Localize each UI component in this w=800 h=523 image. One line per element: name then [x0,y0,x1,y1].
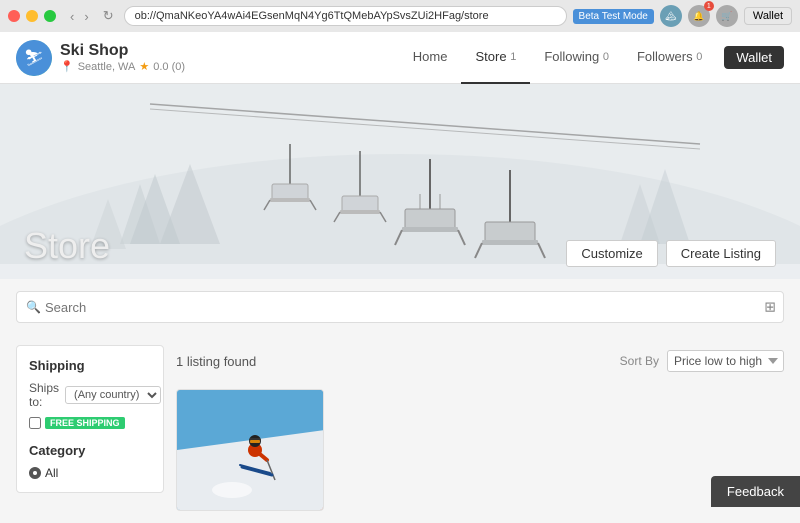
wallet-nav-button[interactable]: Wallet [724,46,784,69]
store-title: Store [24,225,110,267]
create-listing-button[interactable]: Create Listing [666,240,776,267]
listing-area: 1 listing found Sort By Price low to hig… [176,345,784,511]
navbar: ⛷ Ski Shop 📍 Seattle, WA ★ 0.0 (0) Home … [0,32,800,84]
hero-actions: Customize Create Listing [566,240,776,267]
sidebar: Shipping Ships to: (Any country) FREE SH… [16,345,164,511]
close-button[interactable] [8,10,20,22]
maximize-button[interactable] [44,10,56,22]
listing-header: 1 listing found Sort By Price low to hig… [176,345,784,377]
refresh-button[interactable]: ↻ [99,6,118,26]
sort-select[interactable]: Price low to high [667,350,784,372]
url-bar[interactable] [124,6,567,26]
minimize-button[interactable] [26,10,38,22]
user-icon[interactable]: 🏔 [660,5,682,27]
sidebar-box: Shipping Ships to: (Any country) FREE SH… [16,345,164,493]
nav-store-count: 1 [510,51,516,63]
beta-badge: Beta Test Mode [573,9,654,24]
category-all-option[interactable]: All [29,466,151,480]
grid-view-button[interactable]: ⊞ [764,299,776,316]
ships-to-label: Ships to: [29,381,59,409]
product-image [177,390,324,510]
ships-to-select[interactable]: (Any country) [65,386,161,404]
notification-badge: 1 [704,1,714,11]
shop-info: Ski Shop 📍 Seattle, WA ★ 0.0 (0) [60,42,185,73]
search-icon: 🔍 [26,300,41,314]
listing-count: 1 listing found [176,354,256,369]
nav-home[interactable]: Home [399,32,462,84]
nav-arrows: ‹ › [66,7,93,26]
free-shipping-filter: FREE SHIPPING [29,417,151,429]
hero-overlay: Store Customize Create Listing [0,213,800,279]
nav-following[interactable]: Following 0 [530,32,623,84]
shop-location-text: Seattle, WA [78,61,136,73]
category-section: Category All [29,443,151,480]
sort-label: Sort By [620,354,659,368]
nav-store[interactable]: Store 1 [461,32,530,84]
traffic-lights [8,10,56,22]
hero-banner: Store Customize Create Listing [0,84,800,279]
sort-row: Sort By Price low to high [620,350,784,372]
category-title: Category [29,443,151,458]
feedback-button[interactable]: Feedback [711,476,800,507]
search-input[interactable] [16,291,784,323]
forward-button[interactable]: › [80,7,92,26]
shop-name: Ski Shop [60,42,185,60]
shop-rating: 0.0 (0) [153,61,185,73]
nav-followers[interactable]: Followers 0 [623,32,716,84]
shop-location: 📍 [60,60,74,73]
free-shipping-label: FREE SHIPPING [45,417,125,429]
product-card[interactable] [176,389,324,511]
nav-links: Home Store 1 Following 0 Followers 0 Wal… [399,32,784,83]
ships-to-row: Ships to: (Any country) [29,381,151,409]
star-icon: ★ [139,60,149,73]
category-all-label: All [45,466,58,480]
title-bar: ‹ › ↻ Beta Test Mode 🏔 🔔 1 🛒 Wallet [0,0,800,32]
customize-button[interactable]: Customize [566,240,657,267]
cart-icon[interactable]: 🛒 [716,5,738,27]
shop-meta: 📍 Seattle, WA ★ 0.0 (0) [60,60,185,73]
main-content: ⛷ Ski Shop 📍 Seattle, WA ★ 0.0 (0) Home … [0,32,800,523]
nav-followers-count: 0 [696,51,702,63]
notification-icon[interactable]: 🔔 1 [688,5,710,27]
back-button[interactable]: ‹ [66,7,78,26]
wallet-button[interactable]: Wallet [744,7,792,25]
free-shipping-checkbox[interactable] [29,417,41,429]
nav-following-count: 0 [603,51,609,63]
radio-all [29,467,41,479]
svg-text:⛷: ⛷ [24,49,44,67]
shipping-title: Shipping [29,358,151,373]
shop-logo: ⛷ [16,40,52,76]
